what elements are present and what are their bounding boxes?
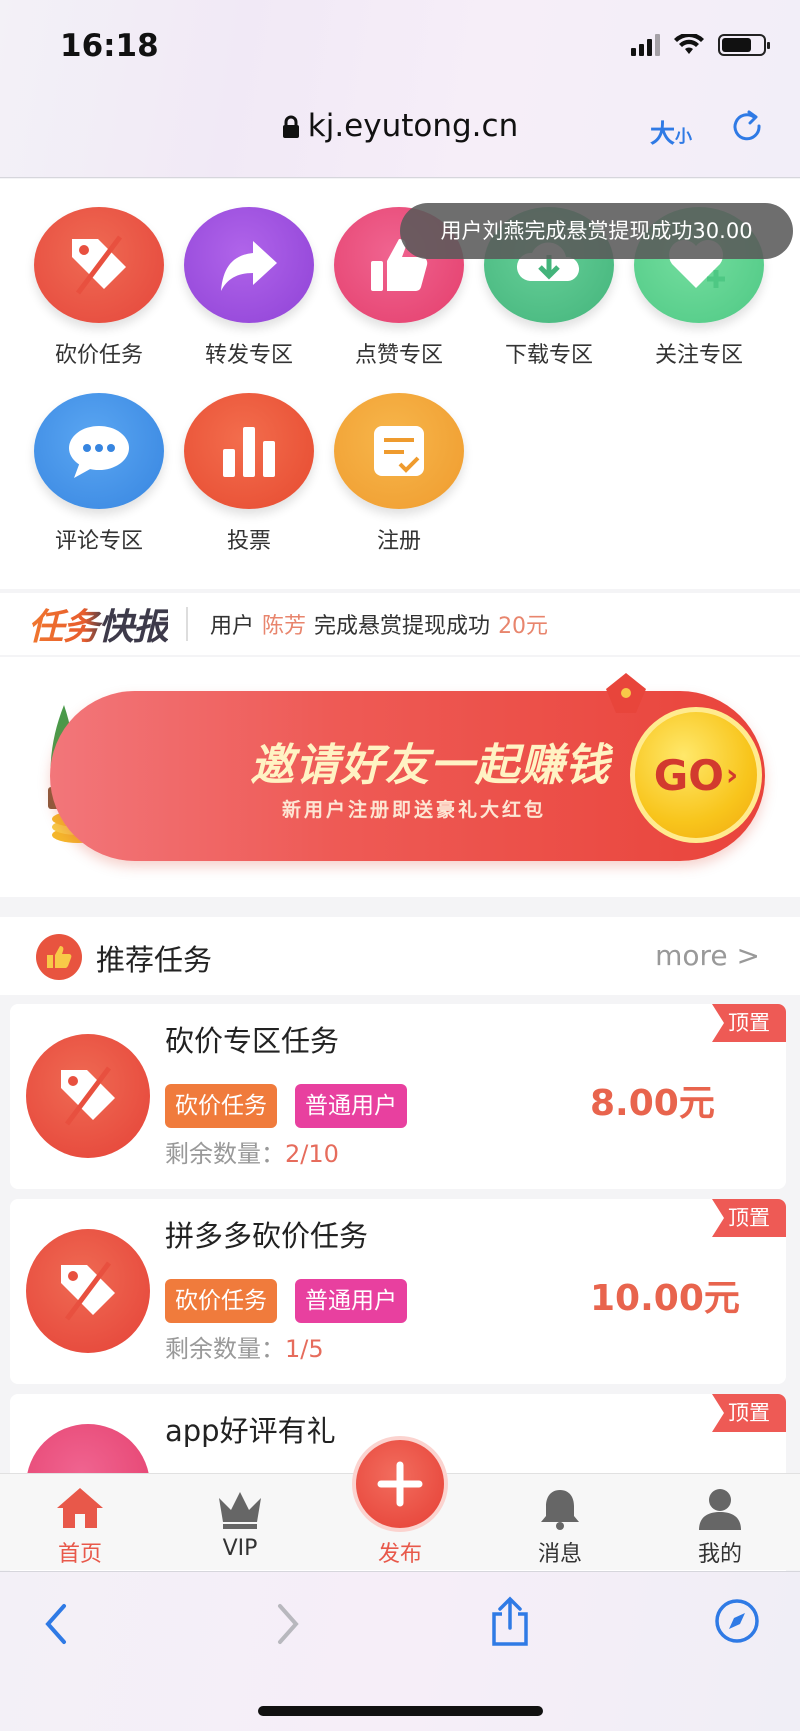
task-remaining: 剩余数量：2/10 — [165, 1134, 339, 1169]
bar-chart-icon — [184, 393, 314, 509]
red-envelope-icon — [606, 673, 646, 713]
task-price: 8.00元 — [590, 1083, 715, 1124]
chat-bubble-icon — [34, 393, 164, 509]
category-comment[interactable]: 评论专区 — [24, 393, 174, 555]
flash-divider — [186, 607, 189, 641]
remain-value: 1/5 — [285, 1335, 324, 1363]
category-label: 评论专区 — [54, 529, 143, 554]
share-arrow-icon — [184, 207, 314, 323]
reload-icon[interactable] — [730, 110, 766, 152]
text-size-big-label: 大 — [650, 119, 676, 148]
category-vote[interactable]: 投票 — [174, 393, 324, 555]
flash-amount: 20元 — [498, 614, 549, 639]
task-tag-type: 砍价任务 — [165, 1084, 277, 1128]
cellular-signal-icon — [631, 34, 660, 56]
go-button[interactable]: GO › — [630, 707, 762, 843]
remain-value: 2/10 — [285, 1140, 339, 1168]
flash-message: 用户 陈芳 完成悬赏提现成功 20元 — [210, 608, 556, 640]
browser-top-bar: 16:18 kj.eyutong.cn 大小 — [0, 0, 800, 178]
price-tag-icon — [26, 1034, 150, 1158]
task-flash-bar: 任务快报 用户 陈芳 完成悬赏提现成功 20元 — [0, 593, 800, 655]
tab-messages-label: 消息 — [537, 1542, 582, 1567]
category-label: 转发专区 — [204, 343, 293, 368]
banner-section: 邀请好友一起赚钱 新用户注册即送豪礼大红包 GO › — [0, 657, 800, 897]
home-indicator — [258, 1706, 543, 1716]
tab-home-label: 首页 — [57, 1542, 102, 1567]
category-label: 关注专区 — [654, 343, 743, 368]
crown-icon — [219, 1492, 261, 1529]
task-remaining: 剩余数量：1/5 — [165, 1329, 324, 1364]
battery-icon — [718, 34, 770, 56]
task-card[interactable]: 砍价专区任务 砍价任务 普通用户 剩余数量：2/10 8.00元 顶置 — [10, 1004, 786, 1189]
tab-mine-label: 我的 — [697, 1542, 742, 1567]
text-size-small-label: 小 — [675, 127, 693, 147]
bell-icon — [541, 1490, 579, 1530]
recommended-header: 推荐任务 more > — [0, 917, 800, 995]
url-text: kj.eyutong.cn — [307, 108, 519, 144]
task-tag-user: 普通用户 — [295, 1279, 407, 1323]
tab-messages[interactable]: 消息 — [510, 1486, 610, 1568]
remain-label: 剩余数量： — [165, 1140, 285, 1168]
task-tag-type: 砍价任务 — [165, 1279, 277, 1323]
user-icon — [699, 1489, 741, 1530]
category-share[interactable]: 转发专区 — [174, 207, 324, 369]
publish-button[interactable] — [352, 1436, 448, 1532]
task-title: 砍价专区任务 — [165, 1024, 340, 1058]
home-icon — [57, 1488, 103, 1528]
category-label: 投票 — [226, 529, 271, 554]
task-flash-logo: 任务快报 — [28, 598, 169, 650]
flash-prefix: 用户 — [210, 614, 255, 639]
tab-vip[interactable]: VIP — [190, 1486, 290, 1561]
task-card[interactable]: 拼多多砍价任务 砍价任务 普通用户 剩余数量：1/5 10.00元 顶置 — [10, 1199, 786, 1384]
banner-subtitle: 新用户注册即送豪礼大红包 — [282, 799, 547, 821]
flash-middle: 完成悬赏提现成功 — [314, 614, 491, 639]
compass-icon[interactable] — [714, 1598, 760, 1648]
chevron-right-icon: › — [725, 757, 739, 793]
wifi-icon — [674, 34, 704, 54]
flash-user: 陈芳 — [262, 614, 307, 639]
category-label: 注册 — [376, 529, 421, 554]
back-icon[interactable] — [42, 1602, 72, 1650]
status-time: 16:18 — [60, 28, 159, 64]
category-bargain[interactable]: 砍价任务 — [24, 207, 174, 369]
plus-icon — [377, 1461, 423, 1507]
pinned-badge: 顶置 — [712, 1199, 786, 1237]
remain-label: 剩余数量： — [165, 1335, 285, 1363]
share-icon[interactable] — [488, 1596, 532, 1652]
withdraw-toast: 用户刘燕完成悬赏提现成功30.00 — [400, 203, 793, 259]
category-label: 点赞专区 — [354, 343, 443, 368]
task-price: 10.00元 — [590, 1278, 740, 1319]
pinned-badge: 顶置 — [712, 1004, 786, 1042]
category-label: 下载专区 — [504, 343, 593, 368]
form-check-icon — [334, 393, 464, 509]
more-link[interactable]: more > — [655, 939, 760, 972]
tab-vip-label: VIP — [222, 1536, 258, 1561]
price-tag-icon — [26, 1229, 150, 1353]
price-tag-icon — [34, 207, 164, 323]
thumbs-up-icon — [36, 934, 82, 980]
pinned-badge: 顶置 — [712, 1394, 786, 1432]
task-title: app好评有礼 — [165, 1414, 336, 1448]
text-size-button[interactable]: 大小 — [650, 114, 692, 150]
tab-publish-label: 发布 — [377, 1542, 422, 1567]
category-register[interactable]: 注册 — [324, 393, 474, 555]
task-title: 拼多多砍价任务 — [165, 1219, 369, 1253]
banner-title: 邀请好友一起赚钱 — [250, 740, 610, 791]
lock-icon — [282, 115, 299, 138]
status-icons — [631, 34, 770, 56]
go-button-label: GO — [653, 750, 724, 800]
tab-mine[interactable]: 我的 — [670, 1486, 770, 1568]
tab-home[interactable]: 首页 — [30, 1486, 130, 1568]
category-label: 砍价任务 — [54, 343, 143, 368]
recommended-title: 推荐任务 — [96, 943, 213, 977]
forward-icon[interactable] — [272, 1602, 302, 1650]
task-tag-user: 普通用户 — [295, 1084, 407, 1128]
invite-banner[interactable]: 邀请好友一起赚钱 新用户注册即送豪礼大红包 GO › — [50, 691, 765, 861]
